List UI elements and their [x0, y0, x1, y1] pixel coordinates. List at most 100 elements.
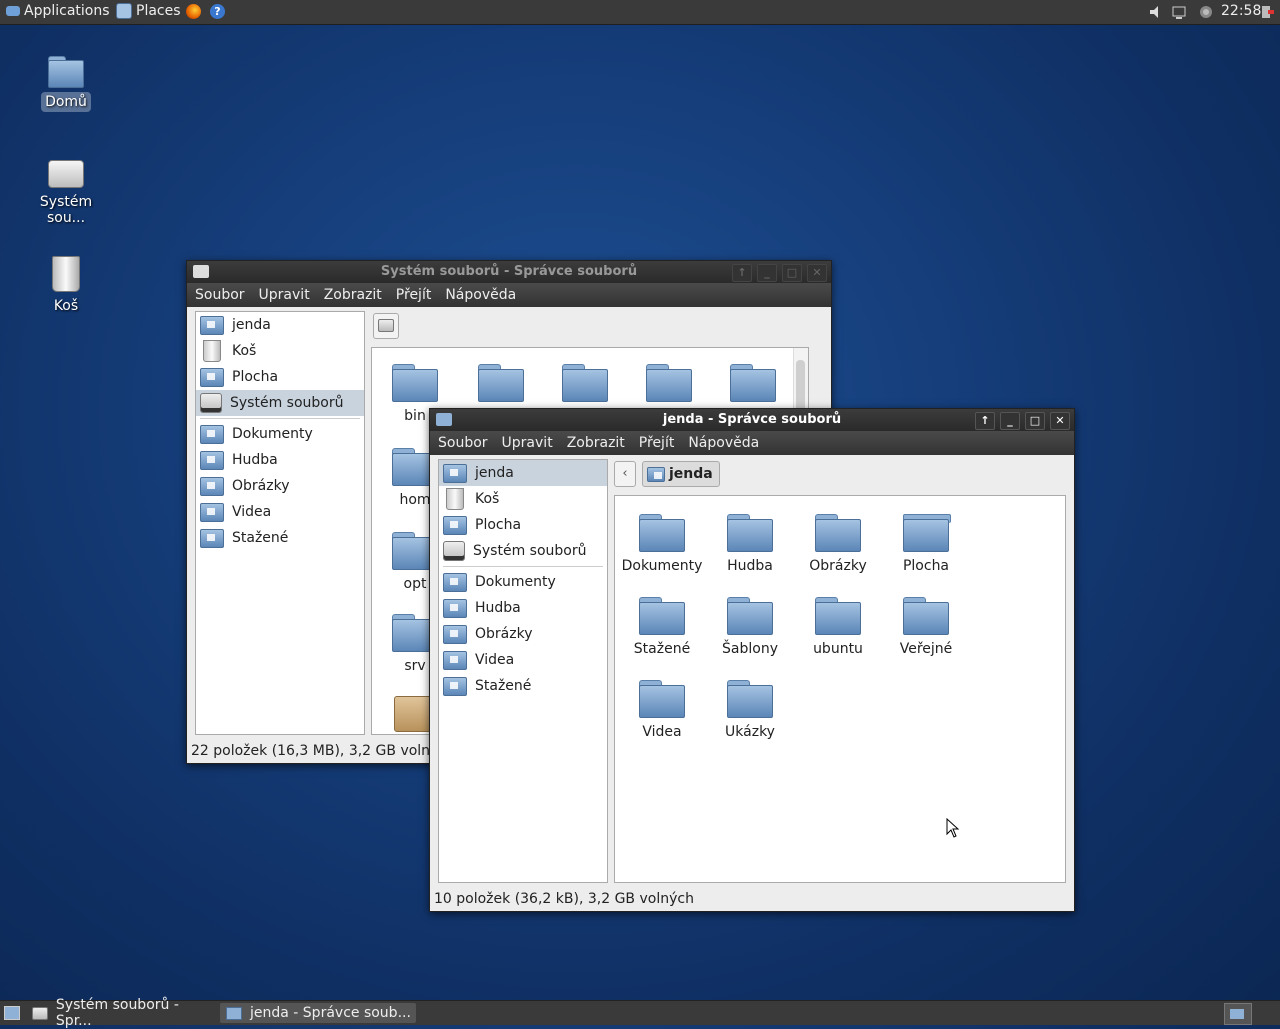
path-button-jenda[interactable]: jenda — [642, 461, 720, 487]
trash-icon — [446, 488, 464, 510]
window-titlebar[interactable]: Systém souborů - Správce souborů ↑ _ □ ✕ — [187, 261, 831, 283]
file-item[interactable]: Ukázky — [707, 680, 793, 740]
folder-icon — [646, 364, 692, 402]
applications-menu[interactable]: Applications — [6, 3, 110, 19]
status-bar: 22 položek (16,3 MB), 3,2 GB volnýc — [187, 743, 446, 759]
folder-icon — [200, 424, 224, 444]
sidebar-item-videa[interactable]: Videa — [196, 499, 364, 525]
sidebar-item-plocha[interactable]: Plocha — [196, 364, 364, 390]
sidebar-item-kos[interactable]: Koš — [196, 338, 364, 364]
places-menu[interactable]: Places — [116, 3, 181, 19]
volume-icon[interactable] — [1148, 4, 1164, 20]
minimize-button[interactable]: _ — [757, 264, 777, 282]
file-item[interactable]: Plocha — [883, 514, 969, 574]
chevron-left-icon: ‹ — [622, 466, 628, 481]
window-titlebar[interactable]: jenda - Správce souborů ↑ _ □ ✕ — [430, 409, 1074, 431]
menu-zobrazit[interactable]: Zobrazit — [567, 435, 625, 451]
sidebar-item-plocha[interactable]: Plocha — [439, 512, 607, 538]
menu-soubor[interactable]: Soubor — [195, 287, 245, 303]
minimize-button[interactable]: _ — [1000, 412, 1020, 430]
file-item[interactable] — [710, 364, 796, 408]
folder-icon — [200, 450, 224, 470]
sidebar-item-label: Koš — [232, 343, 257, 359]
file-item[interactable]: Stažené — [619, 597, 705, 657]
folder-icon — [200, 476, 224, 496]
menu-upravit[interactable]: Upravit — [259, 287, 310, 303]
folder-icon — [727, 514, 773, 552]
task-jenda[interactable]: jenda - Správce soub... — [220, 1003, 416, 1023]
file-item[interactable]: Dokumenty — [619, 514, 705, 574]
menu-soubor[interactable]: Soubor — [438, 435, 488, 451]
menu-napoveda[interactable]: Nápověda — [688, 435, 759, 451]
sidebar-item-hudba[interactable]: Hudba — [439, 595, 607, 621]
folder-icon — [815, 514, 861, 552]
menu-prejit[interactable]: Přejít — [639, 435, 675, 451]
help-launcher[interactable]: ? — [210, 4, 225, 19]
sidebar-item-stazene[interactable]: Stažené — [439, 673, 607, 699]
file-item[interactable]: Videa — [619, 680, 705, 740]
show-desktop-icon[interactable] — [4, 1006, 20, 1020]
desktop-icon-home[interactable]: Domů — [16, 56, 116, 112]
sidebar-item-stazene[interactable]: Stažené — [196, 525, 364, 551]
folder-icon — [639, 680, 685, 718]
sidebar-item-obrazky[interactable]: Obrázky — [196, 473, 364, 499]
sidebar-item-jenda[interactable]: jenda — [439, 460, 607, 486]
path-drive-button[interactable] — [373, 313, 399, 339]
file-item[interactable]: Obrázky — [795, 514, 881, 574]
menu-napoveda[interactable]: Nápověda — [445, 287, 516, 303]
folder-icon — [727, 597, 773, 635]
back-button[interactable]: ‹ — [614, 461, 636, 487]
network-icon[interactable] — [1172, 4, 1188, 20]
file-item[interactable]: Hudba — [707, 514, 793, 574]
firefox-launcher[interactable] — [186, 4, 201, 19]
sidebar-item-videa[interactable]: Videa — [439, 647, 607, 673]
home-icon — [647, 466, 665, 482]
sidebar-item-dokumenty[interactable]: Dokumenty — [439, 569, 607, 595]
file-item[interactable]: Šablony — [707, 597, 793, 657]
folder-icon — [443, 624, 467, 644]
desktop-icon-trash[interactable]: Koš — [16, 256, 116, 316]
file-item[interactable]: Veřejné — [883, 597, 969, 657]
file-item[interactable] — [626, 364, 712, 408]
file-item-label: Plocha — [902, 558, 950, 574]
close-button[interactable]: ✕ — [1050, 412, 1070, 430]
sidebar-item-jenda[interactable]: jenda — [196, 312, 364, 338]
sidebar-item-system[interactable]: Systém souborů — [196, 390, 364, 416]
maximize-button[interactable]: □ — [1025, 412, 1045, 430]
window-title: Systém souborů - Správce souborů — [380, 264, 638, 279]
sidebar-item-system[interactable]: Systém souborů — [439, 538, 607, 564]
clock[interactable]: 22:58 — [1221, 3, 1261, 19]
sidebar-item-label: Hudba — [475, 600, 521, 616]
task-filesystem[interactable]: Systém souborů - Spr... — [26, 997, 218, 1029]
sidebar-item-label: Videa — [232, 504, 272, 520]
file-item[interactable] — [458, 364, 544, 408]
menu-prejit[interactable]: Přejít — [396, 287, 432, 303]
desktop-icon-filesystem[interactable]: Systém sou... — [16, 160, 116, 228]
drive-icon — [48, 160, 84, 188]
close-button[interactable]: ✕ — [807, 264, 827, 282]
menu-zobrazit[interactable]: Zobrazit — [324, 287, 382, 303]
file-item[interactable] — [542, 364, 628, 408]
sidebar-item-label: Videa — [475, 652, 515, 668]
shade-button[interactable]: ↑ — [975, 412, 995, 430]
home-icon — [226, 1006, 242, 1020]
menu-upravit[interactable]: Upravit — [502, 435, 553, 451]
file-item-label: Veřejné — [899, 641, 953, 657]
places-label: Places — [136, 3, 181, 19]
sidebar-item-kos[interactable]: Koš — [439, 486, 607, 512]
shade-button[interactable]: ↑ — [732, 264, 752, 282]
folder-icon — [562, 364, 608, 402]
file-view[interactable]: Dokumenty Hudba Obrázky Plocha Stažené Š… — [614, 495, 1066, 883]
sidebar-item-obrazky[interactable]: Obrázky — [439, 621, 607, 647]
logout-icon[interactable] — [1260, 4, 1276, 20]
sidebar-item-dokumenty[interactable]: Dokumenty — [196, 421, 364, 447]
sidebar-item-label: Stažené — [475, 678, 532, 694]
maximize-button[interactable]: □ — [782, 264, 802, 282]
file-item[interactable]: ubuntu — [795, 597, 881, 657]
file-item-label: srv — [404, 658, 426, 674]
workspace-switcher[interactable] — [1224, 1003, 1252, 1025]
window-jenda[interactable]: jenda - Správce souborů ↑ _ □ ✕ Soubor U… — [429, 408, 1075, 912]
folder-icon — [639, 597, 685, 635]
power-icon[interactable] — [1198, 4, 1214, 20]
sidebar-item-hudba[interactable]: Hudba — [196, 447, 364, 473]
